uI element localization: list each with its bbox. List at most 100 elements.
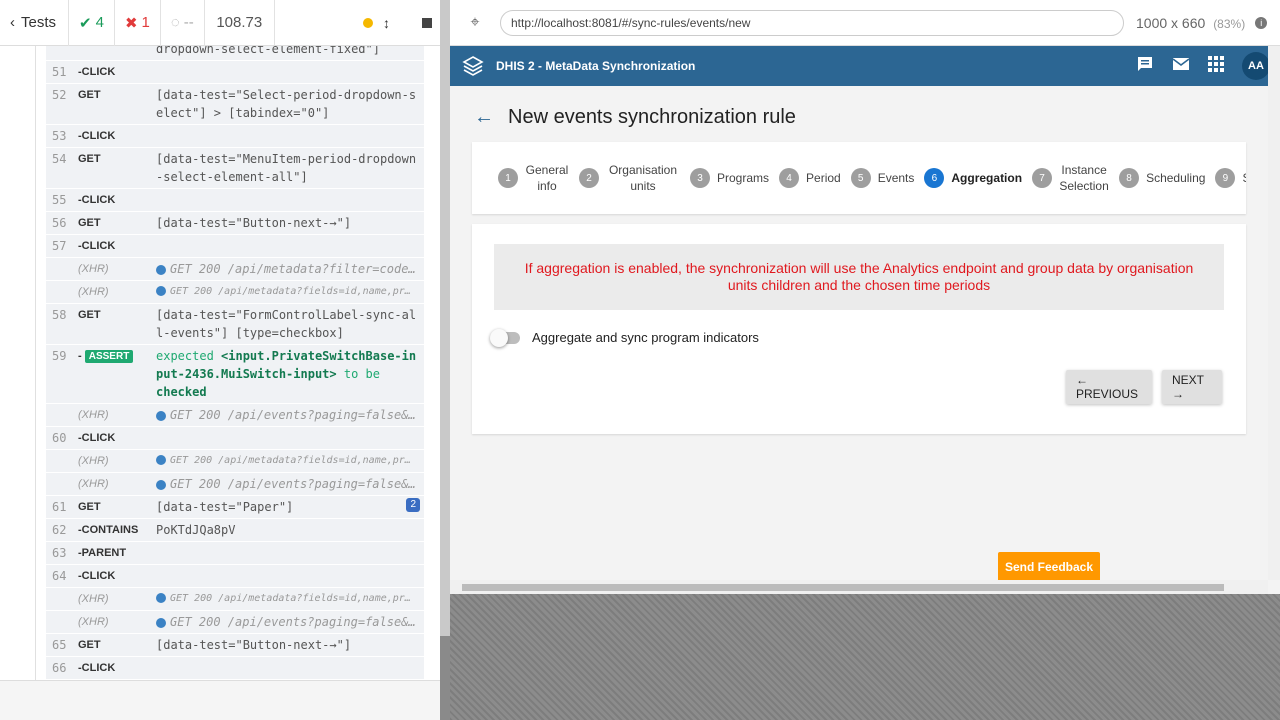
command-message: [data-test="MenuItem-period-dropdown-sel… xyxy=(156,152,417,184)
command-name: GET xyxy=(78,639,101,651)
messages-icon[interactable] xyxy=(1136,55,1154,78)
command-number: 57 xyxy=(52,239,67,253)
command-number: 66 xyxy=(52,661,67,675)
xhr-row[interactable]: (XHR) GET 200 /api/events?paging=false&… xyxy=(46,404,424,427)
command-row[interactable]: 52 GET [data-test="Select-period-dropdown-… xyxy=(46,84,424,125)
check-icon: ✔ xyxy=(79,14,92,32)
aut-empty-area xyxy=(450,594,1280,720)
command-message: GET 200 /api/events?paging=false&… xyxy=(156,406,420,424)
command-number: 61 xyxy=(52,500,67,514)
aggregate-toggle-row[interactable]: Aggregate and sync program indicators xyxy=(490,328,759,347)
aggregate-switch[interactable] xyxy=(490,328,520,347)
step-1[interactable]: 1 General info xyxy=(498,162,569,194)
step-3[interactable]: 3 Programs xyxy=(690,168,769,188)
status-dot-icon xyxy=(156,479,166,490)
viewport-scale: (83%) xyxy=(1213,16,1246,31)
url-bar[interactable]: http://localhost:8081/#/sync-rules/event… xyxy=(500,9,1124,36)
step-8[interactable]: 8 Scheduling xyxy=(1119,168,1205,188)
stop-icon[interactable] xyxy=(422,17,432,28)
reporter-scrollbar[interactable] xyxy=(440,0,450,720)
assert-text: expected xyxy=(156,349,222,363)
command-number: 59 xyxy=(52,349,67,363)
mail-icon[interactable] xyxy=(1172,55,1190,78)
avatar[interactable]: AA xyxy=(1242,52,1270,80)
command-name: (XHR) xyxy=(78,455,109,467)
xhr-row[interactable]: (XHR) GET 200 /api/metadata?filter=code… xyxy=(46,258,424,281)
send-feedback-button[interactable]: Send Feedback xyxy=(998,552,1100,582)
command-row[interactable]: 59 - ASSERT expected <input.PrivateSwitchB… xyxy=(46,345,424,404)
app-hscroll-thumb[interactable] xyxy=(462,584,1224,591)
step-9[interactable]: 9 Summ xyxy=(1215,168,1246,188)
step-2[interactable]: 2 Organisation units xyxy=(579,162,680,194)
step-number: 2 xyxy=(579,168,599,188)
x-icon: ✖ xyxy=(124,14,138,32)
step-6[interactable]: 6 Aggregation xyxy=(924,168,1022,188)
command-row[interactable]: 62 -CONTAINS PoKTdJQa8pV xyxy=(46,519,424,542)
xhr-row[interactable]: (XHR) GET 200 /api/metadata?fields=id,nam… xyxy=(46,588,424,611)
command-message: [data-test="FormControlLabel-sync-all-ev… xyxy=(156,308,417,340)
next-button[interactable]: NEXT → xyxy=(1162,370,1222,404)
step-label: General info xyxy=(525,163,569,193)
command-row[interactable]: 63 -PARENT xyxy=(46,542,424,565)
command-message: GET 200 /api/metadata?fields=id,name,pr… xyxy=(156,283,420,301)
command-name: GET xyxy=(78,89,101,101)
command-name: (XHR) xyxy=(78,263,109,275)
command-row[interactable]: 61 GET [data-test="Paper"] 2 xyxy=(46,496,424,519)
command-row[interactable]: 65 GET [data-test="Button-next-→"] xyxy=(46,634,424,657)
status-dot-icon xyxy=(156,617,166,628)
tests-back-button[interactable]: ‹ Tests xyxy=(0,0,70,46)
status-dot-icon xyxy=(156,264,166,275)
command-name: (XHR) xyxy=(78,409,109,421)
command-message: GET 200 /api/metadata?fields=id,name,pr… xyxy=(156,452,420,470)
step-label: Events xyxy=(877,171,915,185)
command-row[interactable]: 53 -CLICK xyxy=(46,125,424,148)
duration: 108.73 xyxy=(205,0,275,46)
apps-grid-icon[interactable] xyxy=(1208,55,1224,77)
autoscroll-toggle-icon[interactable]: ↕ xyxy=(383,15,390,31)
reporter-scroll-thumb[interactable] xyxy=(440,636,450,720)
app-vertical-scrollbar[interactable] xyxy=(1268,46,1280,580)
app-horizontal-scrollbar[interactable] xyxy=(450,580,1268,594)
command-row[interactable]: 60 -CLICK xyxy=(46,427,424,450)
xhr-url: GET 200 /api/events?paging=false&… xyxy=(170,408,416,422)
command-name: (XHR) xyxy=(78,616,109,628)
step-label: Period xyxy=(806,171,841,185)
command-number: 53 xyxy=(52,129,67,143)
command-row[interactable]: dropdown-select-element-fixed"] xyxy=(46,46,424,61)
tests-label: Tests xyxy=(21,14,57,31)
xhr-row[interactable]: (XHR) GET 200 /api/metadata?fields=id,nam… xyxy=(46,281,424,304)
command-row[interactable]: 56 GET [data-test="Button-next-→"] xyxy=(46,212,424,235)
step-7[interactable]: 7 Instance Selection xyxy=(1032,162,1109,194)
step-label: Summ xyxy=(1242,170,1246,186)
step-5[interactable]: 5 Events xyxy=(850,168,915,188)
command-row[interactable]: 58 GET [data-test="FormControlLabel-sync-a… xyxy=(46,304,424,345)
switch-knob xyxy=(490,328,508,347)
command-name: -CLICK xyxy=(78,240,116,252)
command-list: dropdown-select-element-fixed"] 51 -CLICK 5… xyxy=(46,46,424,680)
back-arrow-icon[interactable]: ← xyxy=(474,106,494,129)
step-number: 6 xyxy=(924,168,945,188)
previous-button[interactable]: ← PREVIOUS xyxy=(1066,370,1152,404)
dhis2-header: DHIS 2 - MetaData Synchronization AA xyxy=(450,46,1280,86)
command-message: dropdown-select-element-fixed"] xyxy=(156,46,380,56)
failed-count: ✖ 1 xyxy=(115,0,160,46)
command-row[interactable]: 64 -CLICK xyxy=(46,565,424,588)
xhr-row[interactable]: (XHR) GET 200 /api/metadata?fields=id,nam… xyxy=(46,450,424,473)
xhr-row[interactable]: (XHR) GET 200 /api/events?paging=false&… xyxy=(46,611,424,634)
command-row[interactable]: 66 -CLICK xyxy=(46,657,424,680)
dhis2-logo-icon[interactable] xyxy=(450,55,496,77)
xhr-row[interactable]: (XHR) GET 200 /api/events?paging=false&… xyxy=(46,473,424,496)
command-row[interactable]: 54 GET [data-test="MenuItem-period-dropdow… xyxy=(46,148,424,189)
step-4[interactable]: 4 Period xyxy=(779,168,841,188)
command-row[interactable]: 55 -CLICK xyxy=(46,189,424,212)
command-row[interactable]: 51 -CLICK xyxy=(46,61,424,84)
page-header: ← New events synchronization rule xyxy=(474,106,796,129)
command-number: 64 xyxy=(52,569,67,583)
step-label: Organisation units xyxy=(608,163,678,193)
selector-playground-icon[interactable]: ⌖ xyxy=(450,14,500,32)
info-icon[interactable]: i xyxy=(1255,16,1268,29)
command-name: -CLICK xyxy=(78,662,116,674)
run-controls: ↕ xyxy=(275,0,450,46)
command-row[interactable]: 57 -CLICK xyxy=(46,235,424,258)
command-number: 62 xyxy=(52,523,67,537)
